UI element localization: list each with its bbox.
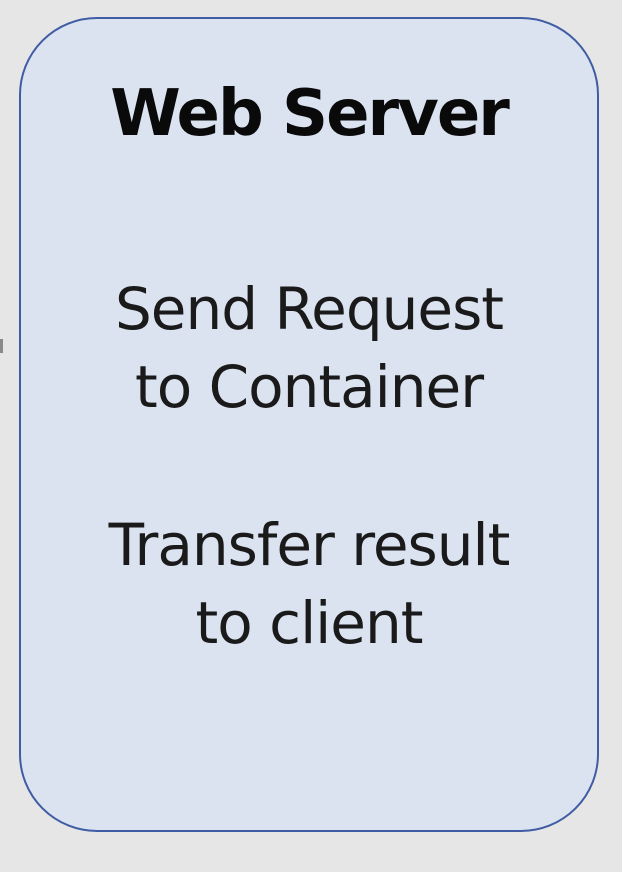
send-request-line-2: to Container	[134, 353, 484, 421]
connector-arrow-stub	[0, 339, 3, 353]
web-server-node: Web Server Send Request to Container Tra…	[19, 17, 599, 832]
node-title: Web Server	[110, 77, 510, 151]
transfer-result-line-2: to client	[195, 589, 424, 657]
diagram-canvas: Web Server Send Request to Container Tra…	[0, 0, 622, 872]
transfer-result-line-1: Transfer result	[108, 511, 511, 579]
send-request-line-1: Send Request	[114, 275, 504, 343]
